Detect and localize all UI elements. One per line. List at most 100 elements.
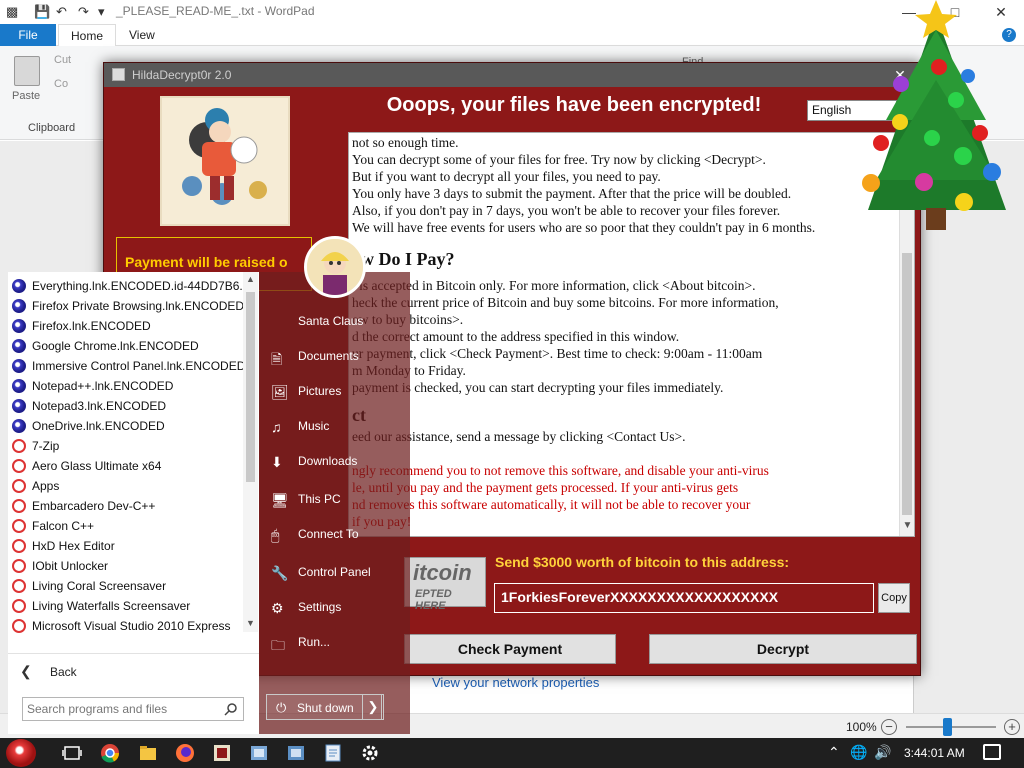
program-item[interactable]: HxD Hex Editor [12,536,244,556]
start-place-label: Music [298,419,330,433]
network-icon[interactable]: 🌐 [850,744,867,761]
avatar[interactable] [304,236,366,298]
start-place-label: This PC [298,492,341,506]
message-scrollbar-thumb[interactable] [902,253,912,515]
message-line: You can decrypt some of your files for f… [352,152,766,167]
program-item[interactable]: Embarcadero Dev-C++ [12,496,244,516]
paste-button-label[interactable]: Paste [12,90,40,102]
quick-access-dropdown-icon[interactable]: ▾ [98,4,105,20]
tab-home[interactable]: Home [58,24,117,46]
program-item[interactable]: Apps [12,476,244,496]
christmas-tree-decoration [846,0,1024,234]
program-item[interactable]: OneDrive.lnk.ENCODED [12,416,244,436]
program-item[interactable]: Everything.lnk.ENCODED.id-44DD7B6... [12,276,244,296]
start-place-label: Santa Claus [298,314,364,328]
bitcoin-logo-subtitle: EPTED HERE [415,588,452,612]
network-icon: 🖱 [271,527,280,543]
documents-icon: 🗎 [271,351,283,367]
program-item[interactable]: Notepad++.lnk.ENCODED [12,376,244,396]
program-item[interactable]: Falcon C++ [12,516,244,536]
firefox-icon[interactable] [175,743,195,763]
app-icon[interactable] [286,743,306,763]
tab-view[interactable]: View [117,24,167,46]
hilda-decryptor-icon[interactable] [212,743,232,763]
start-place-this-pc[interactable]: 🖥 This PC [265,487,405,513]
file-explorer-icon[interactable] [138,743,158,763]
start-place-downloads[interactable]: ⬇ Downloads [265,449,405,475]
start-place-label: Documents [298,349,359,363]
ransom-message[interactable]: not so enough time. You can decrypt some … [348,132,915,537]
message-line: nd removes this software automatically, … [352,497,751,512]
program-item[interactable]: Firefox Private Browsing.lnk.ENCODED [12,296,244,316]
chevron-down-icon[interactable]: ▼ [900,517,914,534]
start-place-label: Pictures [298,384,342,398]
back-button[interactable]: ❮ Back [8,653,259,689]
program-item[interactable]: IObit Unlocker [12,556,244,576]
program-item[interactable]: Firefox.lnk.ENCODED [12,316,244,336]
save-icon[interactable]: 💾 [34,4,50,20]
tab-file[interactable]: File [0,24,56,46]
downloads-icon: ⬇ [271,454,283,470]
program-list-scrollbar-thumb[interactable] [246,292,255,482]
decrypt-button[interactable]: Decrypt [649,634,917,664]
hilda-window-title: HildaDecrypt0r 2.0 [132,68,232,82]
chevron-down-icon[interactable]: ▼ [243,618,258,628]
program-item[interactable]: 7-Zip [12,436,244,456]
program-list-scrollbar[interactable]: ▲ ▼ [243,272,258,632]
program-label: Immersive Control Panel.lnk.ENCODED [32,359,244,373]
check-payment-button[interactable]: Check Payment [404,634,616,664]
redo-icon[interactable]: ↷ [78,4,89,20]
volume-icon[interactable]: 🔊 [874,744,891,761]
start-place-control-panel[interactable]: 🔧 Control Panel [265,560,405,586]
message-line: We will have free events for users who a… [352,220,816,235]
program-item[interactable]: Notepad3.lnk.ENCODED [12,396,244,416]
chevron-up-icon[interactable]: ⌃ [828,744,840,761]
start-place-settings[interactable]: ⚙ Settings [265,595,405,621]
copy-address-button[interactable]: Copy [878,583,910,613]
program-label: OneDrive.lnk.ENCODED [32,419,165,433]
start-place-documents[interactable]: 🗎 Documents [265,344,405,370]
start-place-connect-to[interactable]: 🖱 Connect To [265,522,405,548]
program-item[interactable]: Microsoft Visual Studio 2010 Express [12,616,244,636]
start-place-santa-claus[interactable]: Santa Claus [265,309,405,335]
clock[interactable]: 3:44:01 AM [904,746,965,760]
cut-button[interactable]: Cut [54,54,71,66]
paste-icon[interactable] [14,56,40,86]
zoom-in-button[interactable]: + [1004,719,1020,735]
search-icon[interactable] [224,702,238,716]
network-properties-link[interactable]: View your network properties [432,675,599,690]
app-icon[interactable] [249,743,269,763]
program-label: Falcon C++ [32,519,95,533]
search-box[interactable] [22,697,244,721]
start-place-run[interactable]: 🗀 Run... [265,630,405,656]
chevron-up-icon[interactable]: ▲ [243,274,258,284]
task-view-icon[interactable] [62,743,82,763]
taskbar: ⌃ 🌐 🔊 3:44:01 AM [0,738,1024,768]
search-input[interactable] [27,700,217,718]
program-item[interactable]: Google Chrome.lnk.ENCODED [12,336,244,356]
start-button[interactable] [6,739,36,767]
settings-icon[interactable] [360,743,380,763]
start-place-label: Downloads [298,454,358,468]
computer-icon: 🖥 [271,492,289,508]
notification-icon[interactable] [983,744,1001,760]
zoom-out-button[interactable]: − [881,719,897,735]
program-item[interactable]: Living Coral Screensaver [12,576,244,596]
bitcoin-address-field[interactable]: 1ForkiesForeverXXXXXXXXXXXXXXXXXX [494,583,874,613]
start-place-music[interactable]: ♫ Music [265,414,405,440]
copy-button[interactable]: Co [54,78,68,90]
program-item[interactable]: Aero Glass Ultimate x64 [12,456,244,476]
folder-icon [12,559,26,573]
chrome-icon[interactable] [100,743,120,763]
program-item[interactable]: Living Waterfalls Screensaver [12,596,244,616]
message-line: But if you want to decrypt all your file… [352,169,661,184]
shutdown-options-button[interactable]: ❯ [362,694,384,720]
folder-icon [12,619,26,633]
wordpad-icon[interactable] [323,743,343,763]
zoom-slider-thumb[interactable] [942,718,952,736]
start-place-pictures[interactable]: 🖼 Pictures [265,379,405,405]
program-item[interactable]: Immersive Control Panel.lnk.ENCODED [12,356,244,376]
undo-icon[interactable]: ↶ [56,4,67,20]
user-icon [271,314,289,330]
folder-icon [12,459,26,473]
